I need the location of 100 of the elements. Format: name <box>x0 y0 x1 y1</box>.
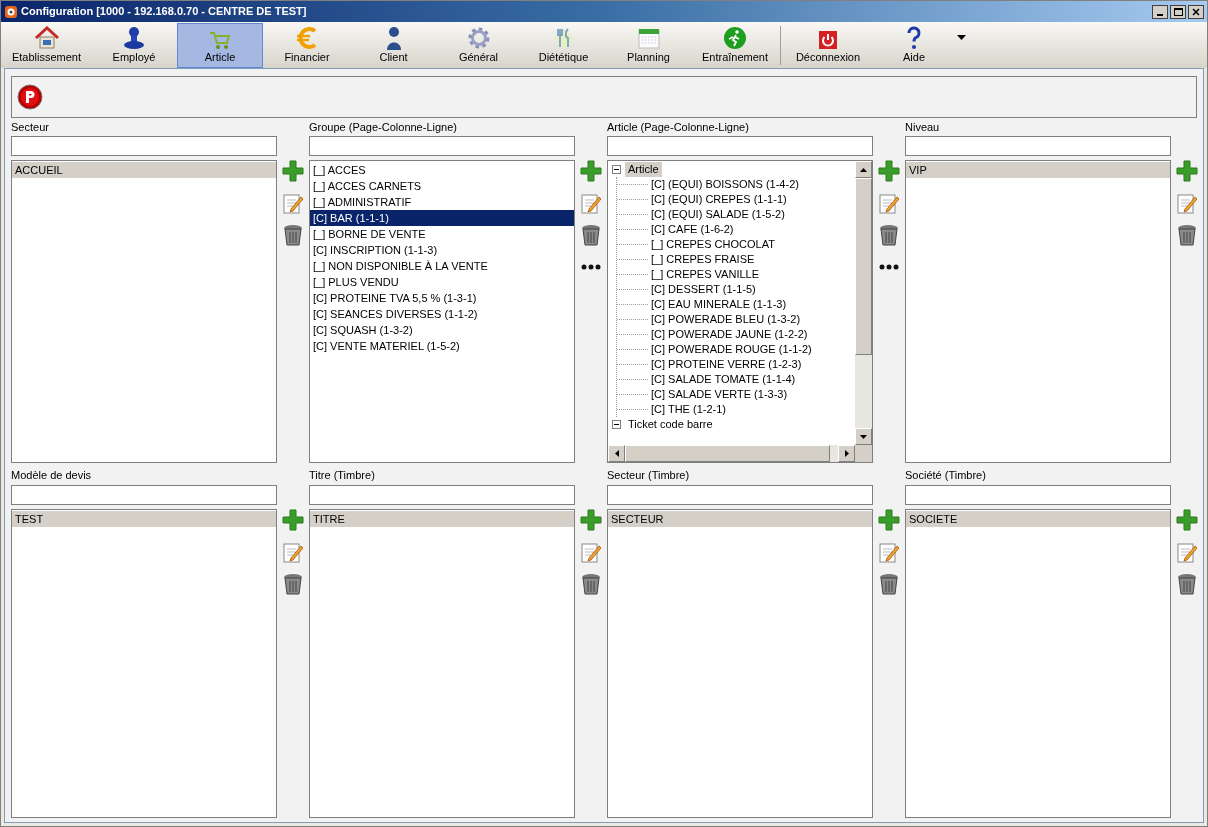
add-icon[interactable] <box>282 509 304 531</box>
list-item[interactable]: [C] POWERADE ROUGE (1-1-2) <box>648 342 815 357</box>
list-item[interactable]: [_] ACCES <box>310 162 574 178</box>
toolbar-button[interactable]: Article <box>177 23 263 68</box>
toolbar-button[interactable]: Général <box>436 23 521 68</box>
maximize-button[interactable] <box>1170 4 1186 19</box>
collapse-toggle[interactable] <box>612 165 621 174</box>
list-item[interactable]: [C] (EQUI) SALADE (1-5-2) <box>648 207 788 222</box>
toolbar-button[interactable]: Diététique <box>521 23 606 68</box>
vertical-scrollbar[interactable] <box>855 161 872 445</box>
trash-icon[interactable] <box>879 224 899 246</box>
add-icon[interactable] <box>1176 509 1198 531</box>
panel-label: Secteur <box>11 120 50 135</box>
trash-icon[interactable] <box>1177 224 1197 246</box>
trash-icon[interactable] <box>879 573 899 595</box>
stamp-icon <box>123 26 145 50</box>
edit-icon[interactable] <box>879 541 899 563</box>
list-item[interactable]: TITRE <box>310 511 574 527</box>
trash-icon[interactable] <box>1177 573 1197 595</box>
list-item[interactable]: Ticket code barre <box>625 417 716 432</box>
list-item[interactable]: [C] SALADE TOMATE (1-1-4) <box>648 372 799 387</box>
list-item[interactable]: [C] SQUASH (1-3-2) <box>310 322 574 338</box>
add-icon[interactable] <box>580 160 602 182</box>
search-field[interactable] <box>905 485 1171 505</box>
list-item[interactable]: ACCUEIL <box>12 162 276 178</box>
search-field[interactable] <box>607 485 873 505</box>
add-icon[interactable] <box>878 509 900 531</box>
search-field[interactable] <box>11 485 277 505</box>
more-icon[interactable] <box>581 264 601 270</box>
toolbar-button[interactable]: Employé <box>91 23 177 68</box>
collapse-toggle[interactable] <box>612 420 621 429</box>
list-item[interactable]: [C] POWERADE JAUNE (1-2-2) <box>648 327 811 342</box>
list-item[interactable]: [_] PLUS VENDU <box>310 274 574 290</box>
add-icon[interactable] <box>878 160 900 182</box>
edit-icon[interactable] <box>581 192 601 214</box>
list-item[interactable]: [_] CREPES FRAISE <box>648 252 758 267</box>
edit-icon[interactable] <box>1177 541 1197 563</box>
list-item[interactable]: TEST <box>12 511 276 527</box>
horizontal-scrollbar[interactable] <box>608 445 872 462</box>
list-item[interactable]: [C] SALADE VERTE (1-3-3) <box>648 387 791 402</box>
list-item[interactable]: [C] POWERADE BLEU (1-3-2) <box>648 312 804 327</box>
list-item[interactable]: SECTEUR <box>608 511 872 527</box>
list-item[interactable]: [C] BAR (1-1-1) <box>310 210 574 226</box>
more-icon[interactable] <box>879 264 899 270</box>
add-icon[interactable] <box>580 509 602 531</box>
toolbar-button[interactable]: Etablissement <box>2 23 91 68</box>
edit-icon[interactable] <box>581 541 601 563</box>
edit-icon[interactable] <box>283 192 303 214</box>
list-item[interactable]: [_] NON DISPONIBLE À LA VENTE <box>310 258 574 274</box>
power-icon <box>818 30 838 50</box>
list-item[interactable]: [_] CREPES CHOCOLAT <box>648 237 778 252</box>
search-field[interactable] <box>309 485 575 505</box>
left-arrow-icon <box>614 450 619 457</box>
panel-label: Modèle de devis <box>11 468 93 483</box>
trash-icon[interactable] <box>283 573 303 595</box>
search-field[interactable] <box>905 136 1171 156</box>
scrollbar-corner <box>855 445 872 462</box>
search-field[interactable] <box>309 136 575 156</box>
list-item[interactable]: Article <box>625 162 662 177</box>
trash-icon[interactable] <box>283 224 303 246</box>
close-icon <box>1192 7 1200 16</box>
search-field[interactable] <box>11 136 277 156</box>
list-item[interactable]: [C] (EQUI) BOISSONS (1-4-2) <box>648 177 802 192</box>
edit-icon[interactable] <box>1177 192 1197 214</box>
list-item[interactable]: [C] SEANCES DIVERSES (1-1-2) <box>310 306 574 322</box>
list-item[interactable]: [C] PROTEINE TVA 5,5 % (1-3-1) <box>310 290 574 306</box>
edit-icon[interactable] <box>283 541 303 563</box>
toolbar-button[interactable]: Planning <box>606 23 691 68</box>
list-item[interactable]: [_] CREPES VANILLE <box>648 267 762 282</box>
edit-icon[interactable] <box>879 192 899 214</box>
add-icon[interactable] <box>282 160 304 182</box>
toolbar-button[interactable]: Entraînement <box>691 23 779 68</box>
minimize-button[interactable] <box>1152 4 1168 19</box>
right-arrow-icon <box>844 450 849 457</box>
list-item[interactable]: [_] ADMINISTRATIF <box>310 194 574 210</box>
list-item[interactable]: [_] BORNE DE VENTE <box>310 226 574 242</box>
toolbar-button[interactable]: Déconnexion <box>783 23 873 68</box>
list-item[interactable]: [C] DESSERT (1-1-5) <box>648 282 759 297</box>
list-item[interactable]: [_] ACCES CARNETS <box>310 178 574 194</box>
toolbar-button[interactable]: Aide <box>873 23 955 68</box>
list-item[interactable]: VIP <box>906 162 1170 178</box>
search-field[interactable] <box>607 136 873 156</box>
toolbar-button[interactable]: Financier <box>263 23 351 68</box>
list-item[interactable]: [C] CAFE (1-6-2) <box>648 222 737 237</box>
list-item[interactable]: [C] THE (1-2-1) <box>648 402 729 417</box>
add-icon[interactable] <box>1176 160 1198 182</box>
toolbar-button[interactable]: Client <box>351 23 436 68</box>
p-icon[interactable] <box>17 84 43 110</box>
dropdown-arrow-icon[interactable] <box>957 35 966 40</box>
list-item[interactable]: SOCIETE <box>906 511 1170 527</box>
list-item[interactable]: [C] (EQUI) CREPES (1-1-1) <box>648 192 790 207</box>
list-item[interactable]: [C] INSCRIPTION (1-1-3) <box>310 242 574 258</box>
window-title: Configuration [1000 - 192.168.0.70 - CENTRE DE TEST] <box>21 4 307 20</box>
close-button[interactable] <box>1188 4 1204 19</box>
up-arrow-icon <box>860 167 867 172</box>
list-item[interactable]: [C] EAU MINERALE (1-1-3) <box>648 297 790 312</box>
trash-icon[interactable] <box>581 573 601 595</box>
list-item[interactable]: [C] PROTEINE VERRE (1-2-3) <box>648 357 805 372</box>
list-item[interactable]: [C] VENTE MATERIEL (1-5-2) <box>310 338 574 354</box>
trash-icon[interactable] <box>581 224 601 246</box>
